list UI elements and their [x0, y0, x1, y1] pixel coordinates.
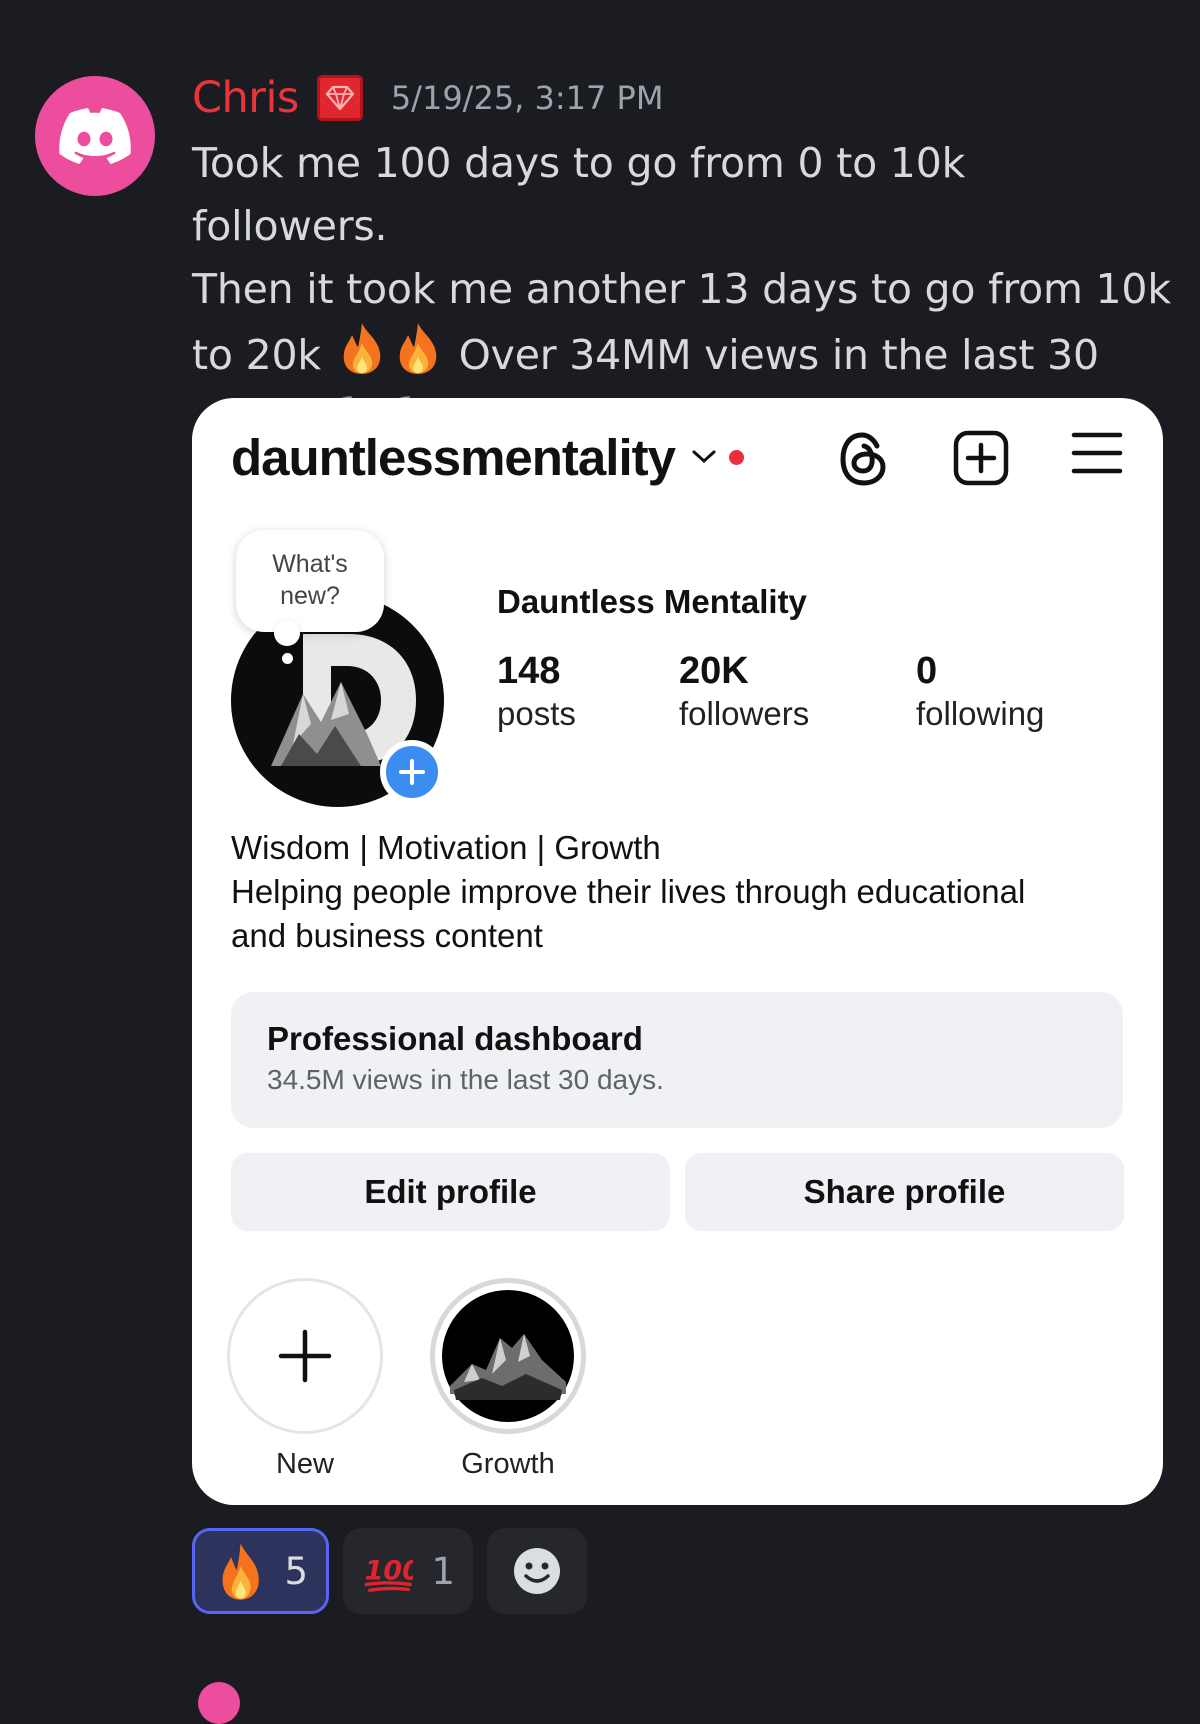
mountain-image	[442, 1290, 574, 1422]
add-reaction-icon	[514, 1548, 560, 1594]
professional-dashboard[interactable]: Professional dashboard 34.5M views in th…	[231, 992, 1123, 1128]
message-timestamp: 5/19/25, 3:17 PM	[390, 79, 664, 117]
dashboard-subtitle: 34.5M views in the last 30 days.	[267, 1064, 664, 1095]
message-line: Then it took me another 13 days to go fr…	[192, 265, 1171, 313]
user-avatar[interactable]	[35, 76, 155, 196]
add-story-button[interactable]	[380, 740, 444, 804]
ig-top-icons	[837, 430, 1123, 488]
notes-bubble[interactable]: What's new?	[236, 530, 384, 632]
bubble-text: What's	[272, 550, 348, 578]
discord-logo-icon	[59, 108, 131, 164]
add-reaction-button[interactable]	[487, 1528, 587, 1614]
username[interactable]: Chris	[192, 73, 299, 123]
reactions-bar: 5 100 1	[192, 1528, 587, 1614]
threads-icon[interactable]	[837, 430, 891, 488]
next-message-avatar[interactable]	[198, 1682, 240, 1724]
bubble-tail	[274, 620, 300, 646]
highlight-label: New	[275, 1448, 334, 1480]
bio-line: Wisdom | Motivation | Growth	[231, 829, 661, 866]
display-name: Dauntless Mentality	[497, 583, 807, 620]
growth-highlight-circle	[430, 1278, 586, 1434]
stat-label: followers	[679, 695, 810, 732]
message-header: Chris 5/19/25, 3:17 PM	[192, 70, 663, 126]
bio-line: Helping people improve their lives throu…	[231, 873, 1026, 910]
ig-top-bar: dauntlessmentality	[231, 422, 1123, 492]
bio-line: and business content	[231, 917, 543, 954]
create-post-icon[interactable]	[953, 430, 1009, 486]
stat-label: following	[916, 695, 1045, 732]
reaction-fire[interactable]: 5	[192, 1528, 329, 1614]
profile-bio: Wisdom | Motivation | Growth Helping peo…	[231, 826, 1131, 958]
reaction-count: 5	[284, 1549, 308, 1593]
highlight-new[interactable]: New	[225, 1278, 385, 1481]
ruby-gem-icon[interactable]	[316, 75, 363, 121]
stat-value: 0	[916, 650, 938, 692]
hundred-emoji: 100	[365, 1555, 413, 1593]
stat-followers[interactable]: 20K followers	[679, 650, 809, 733]
reaction-hundred[interactable]: 100 1	[343, 1528, 473, 1614]
plus-icon	[399, 759, 425, 785]
highlight-growth[interactable]: Growth	[428, 1278, 588, 1481]
new-highlight-circle	[227, 1278, 383, 1434]
plus-icon	[278, 1329, 332, 1383]
fire-emoji	[222, 1543, 259, 1600]
message-text-segment: Over 34MM views in the last 30	[458, 331, 1099, 379]
message-line: to 20k Over 34MM views in the last 30	[192, 321, 1172, 393]
bubble-text: new?	[280, 582, 340, 610]
fire-emoji	[392, 321, 444, 393]
dashboard-title: Professional dashboard	[267, 1020, 643, 1057]
stat-value: 20K	[679, 650, 749, 692]
highlight-label: Growth	[461, 1448, 555, 1480]
stat-label: posts	[497, 695, 576, 732]
notification-dot	[728, 449, 744, 465]
fire-emoji	[336, 321, 388, 393]
message-line: Took me 100 days to go from 0 to 10k fol…	[192, 139, 966, 250]
share-profile-button[interactable]: Share profile	[685, 1153, 1124, 1231]
edit-profile-button[interactable]: Edit profile	[231, 1153, 670, 1231]
stat-posts[interactable]: 148 posts	[497, 650, 576, 733]
stat-following[interactable]: 0 following	[916, 650, 1044, 733]
bubble-tail	[282, 653, 293, 664]
ig-handle[interactable]: dauntlessmentality	[231, 428, 676, 487]
stat-value: 148	[497, 650, 561, 692]
menu-icon[interactable]	[1071, 430, 1123, 476]
chevron-down-icon[interactable]	[691, 449, 717, 465]
image-attachment[interactable]: dauntlessmentality What's new? Dauntless…	[192, 398, 1163, 1505]
reaction-count: 1	[431, 1549, 455, 1593]
message-text-segment: to 20k	[192, 331, 321, 379]
